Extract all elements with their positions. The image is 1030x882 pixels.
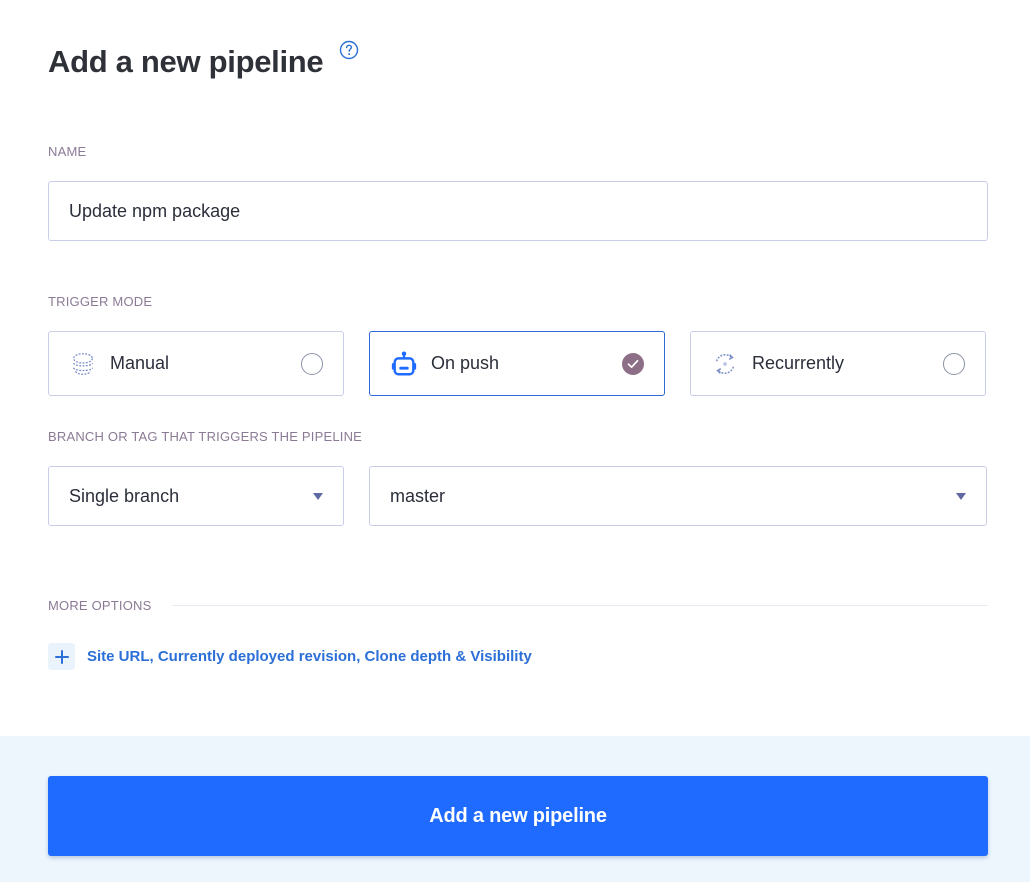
hand-stack-icon (69, 350, 97, 378)
plus-icon[interactable] (48, 643, 75, 670)
branch-name-select[interactable]: master (369, 466, 987, 526)
trigger-option-label: Recurrently (752, 353, 845, 373)
trigger-option-recurrently[interactable]: Recurrently (690, 331, 986, 396)
trigger-mode-options: Manual On push Recurrently (48, 331, 986, 396)
page-title: Add a new pipeline (48, 44, 324, 79)
question-circle-icon[interactable] (339, 40, 359, 60)
chevron-down-icon (313, 492, 323, 500)
branch-mode-value: Single branch (69, 485, 180, 506)
more-options-divider: MORE OPTIONS (48, 598, 988, 613)
name-label: NAME (48, 144, 87, 159)
more-options-label: MORE OPTIONS (48, 598, 152, 613)
chevron-down-icon (956, 492, 966, 500)
refresh-cycle-icon (711, 350, 739, 378)
check-icon (627, 359, 639, 369)
pipeline-name-input[interactable]: Update npm package (48, 181, 988, 241)
pipeline-name-value: Update npm package (69, 200, 241, 221)
trigger-option-label: On push (431, 353, 500, 373)
trigger-option-manual[interactable]: Manual (48, 331, 344, 396)
branch-trigger-label: BRANCH OR TAG THAT TRIGGERS THE PIPELINE (48, 429, 363, 444)
form-footer: Add a new pipeline (0, 736, 1030, 882)
trigger-option-on-push[interactable]: On push (369, 331, 665, 396)
branch-mode-select[interactable]: Single branch (48, 466, 344, 526)
add-pipeline-button[interactable]: Add a new pipeline (48, 776, 988, 856)
radio-checked[interactable] (622, 353, 644, 375)
branch-name-value: master (390, 485, 446, 506)
radio-unchecked[interactable] (301, 353, 323, 375)
more-options-toggle[interactable]: Site URL, Currently deployed revision, C… (48, 643, 532, 670)
divider-line (171, 605, 988, 606)
robot-icon (390, 350, 418, 378)
more-options-link[interactable]: Site URL, Currently deployed revision, C… (87, 648, 532, 665)
radio-unchecked[interactable] (943, 353, 965, 375)
trigger-mode-label: TRIGGER MODE (48, 294, 153, 309)
page-header: Add a new pipeline (48, 40, 359, 84)
trigger-option-label: Manual (110, 353, 170, 373)
